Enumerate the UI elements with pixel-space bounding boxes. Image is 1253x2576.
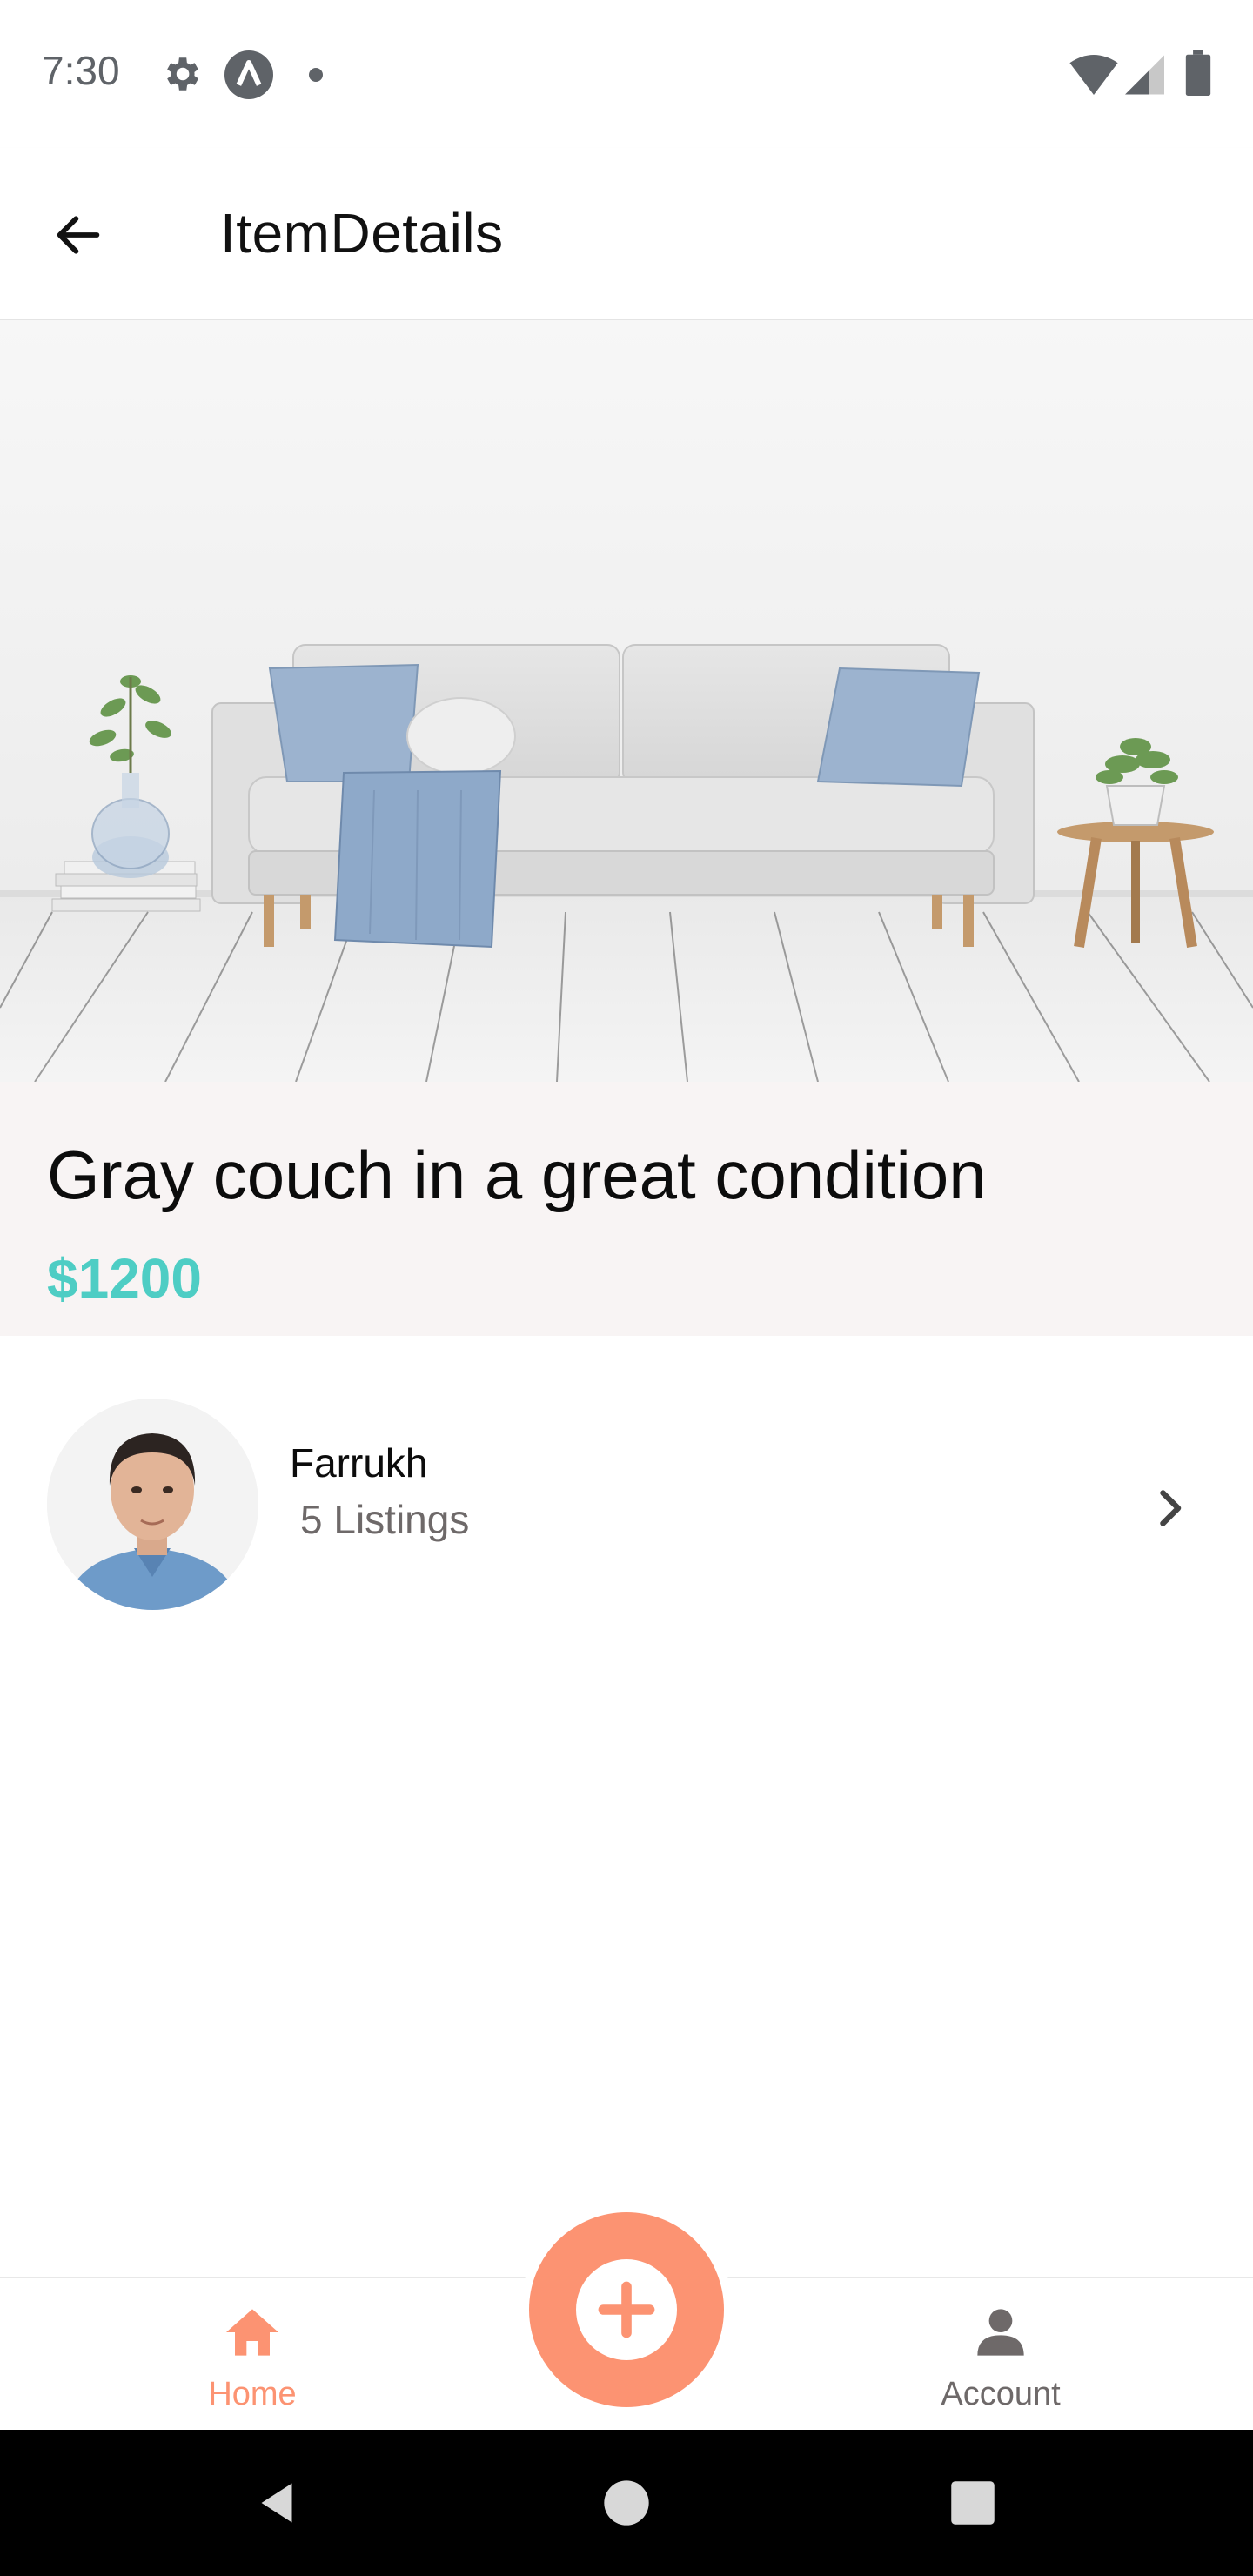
gray-couch-photo — [0, 320, 1253, 1082]
arrow-left-icon — [57, 216, 100, 254]
circle-home-icon — [604, 2480, 649, 2526]
seller-name: Farrukh — [290, 1440, 428, 1486]
account-icon — [977, 2309, 1024, 2356]
home-icon — [226, 2309, 278, 2356]
avatar — [47, 1399, 258, 1610]
tab-account[interactable]: Account — [914, 2278, 1088, 2432]
dot-icon — [309, 68, 323, 82]
status-bar: 7:30 — [0, 0, 1253, 148]
square-recents-icon — [951, 2481, 995, 2525]
system-home-button[interactable] — [590, 2466, 663, 2539]
chevron-right-icon — [1160, 1490, 1182, 1526]
plus-circle-icon — [576, 2259, 677, 2360]
signal-icon — [1125, 55, 1164, 95]
system-nav-bar — [0, 2430, 1253, 2576]
gear-icon — [167, 57, 198, 91]
seller-row[interactable]: Farrukh 5 Listings — [0, 1336, 1253, 1614]
item-info-card: Gray couch in a great condition $1200 — [0, 1082, 1253, 1336]
app-logo-icon — [224, 50, 273, 99]
tab-home-label: Home — [208, 2376, 297, 2412]
item-title: Gray couch in a great condition — [47, 1137, 987, 1213]
battery-icon — [1185, 50, 1211, 96]
triangle-back-icon — [261, 2483, 292, 2523]
system-back-button[interactable] — [240, 2466, 313, 2539]
system-recents-button[interactable] — [936, 2466, 1009, 2539]
tab-home[interactable]: Home — [165, 2278, 339, 2432]
page-title: ItemDetails — [220, 202, 504, 265]
seller-photo — [47, 1399, 258, 1610]
wifi-icon — [1069, 55, 1118, 95]
item-image — [0, 320, 1253, 1082]
app-bar: ItemDetails — [0, 148, 1253, 320]
status-time: 7:30 — [42, 48, 120, 93]
tab-account-label: Account — [941, 2376, 1061, 2412]
item-price: $1200 — [47, 1247, 202, 1310]
back-button[interactable] — [35, 191, 122, 278]
seller-listings: 5 Listings — [300, 1497, 470, 1542]
add-listing-button[interactable] — [520, 2204, 733, 2416]
